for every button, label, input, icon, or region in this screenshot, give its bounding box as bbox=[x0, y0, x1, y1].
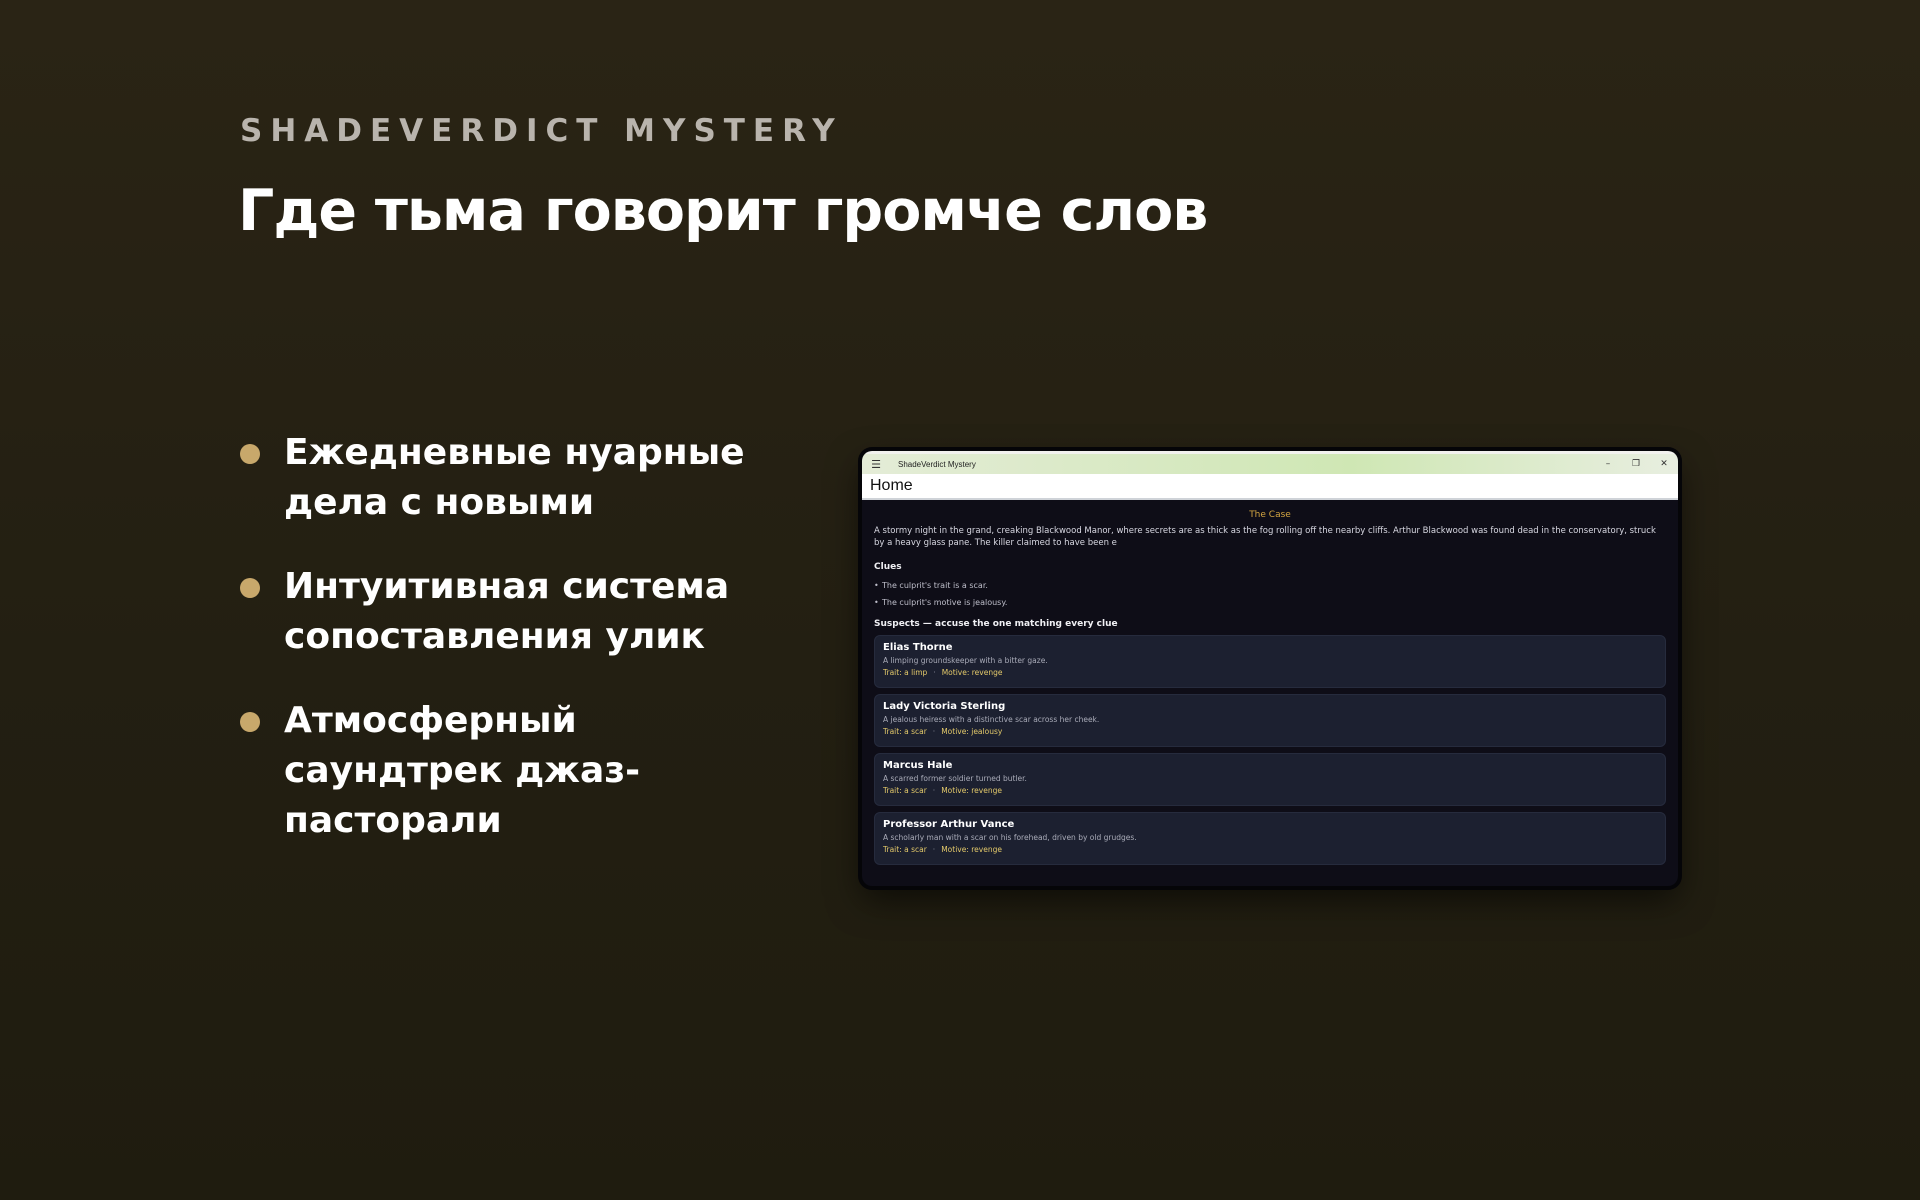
meta-separator: · bbox=[933, 668, 936, 677]
clue-item: • The culprit's trait is a scar. bbox=[874, 577, 1666, 594]
suspect-name: Marcus Hale bbox=[883, 760, 953, 771]
feature-item: Атмосферный саундтрек джаз-пасторали bbox=[240, 696, 800, 846]
page-title: Home bbox=[870, 477, 913, 494]
suspect-motive: Motive: revenge bbox=[941, 845, 1002, 854]
app-window: ☰ ShadeVerdict Mystery – ❐ ✕ Home The Ca… bbox=[862, 451, 1678, 886]
clue-item: • The culprit's motive is jealousy. bbox=[874, 594, 1666, 611]
clue-text: The culprit's trait is a scar. bbox=[882, 581, 988, 590]
clue-bullet-icon: • bbox=[874, 581, 879, 590]
feature-item: Ежедневные нуарные дела с новыми bbox=[240, 428, 800, 528]
suspect-meta: Trait: a limp · Motive: revenge bbox=[883, 668, 1657, 677]
suspect-description: A jealous heiress with a distinctive sca… bbox=[883, 715, 1100, 724]
feature-list: Ежедневные нуарные дела с новыми Интуити… bbox=[240, 428, 800, 880]
minimize-icon[interactable]: – bbox=[1594, 459, 1622, 469]
clues-title: Clues bbox=[874, 562, 902, 572]
window-title: ShadeVerdict Mystery bbox=[898, 459, 976, 469]
case-heading: The Case bbox=[1249, 510, 1291, 520]
hamburger-icon[interactable]: ☰ bbox=[862, 458, 890, 471]
bullet-dot-icon bbox=[240, 444, 260, 464]
suspect-card[interactable]: Elias Thorne A limping groundskeeper wit… bbox=[874, 635, 1666, 688]
eyebrow-label: SHADEVERDICT MYSTERY bbox=[240, 113, 843, 149]
suspect-name: Lady Victoria Sterling bbox=[883, 701, 1006, 712]
meta-separator: · bbox=[932, 727, 936, 736]
suspect-description: A scarred former soldier turned butler. bbox=[883, 774, 1027, 783]
suspect-motive: Motive: revenge bbox=[941, 668, 1003, 677]
suspect-name: Elias Thorne bbox=[883, 642, 953, 653]
feature-text: Ежедневные нуарные дела с новыми bbox=[284, 432, 745, 523]
suspect-card[interactable]: Marcus Hale A scarred former soldier tur… bbox=[874, 753, 1666, 806]
suspect-meta: Trait: a scar · Motive: revenge bbox=[883, 786, 1657, 795]
case-description: A stormy night in the grand, creaking Bl… bbox=[874, 526, 1656, 548]
meta-separator: · bbox=[932, 845, 936, 854]
suspect-trait: Trait: a scar bbox=[883, 786, 927, 795]
feature-text: Интуитивная система сопоставления улик bbox=[284, 566, 730, 657]
suspect-name: Professor Arthur Vance bbox=[883, 819, 1015, 830]
title-bar: ☰ ShadeVerdict Mystery – ❐ ✕ bbox=[862, 451, 1678, 474]
suspect-card[interactable]: Lady Victoria Sterling A jealous heiress… bbox=[874, 694, 1666, 747]
suspect-trait: Trait: a limp bbox=[883, 668, 928, 677]
suspect-meta: Trait: a scar · Motive: revenge bbox=[883, 845, 1657, 854]
feature-item: Интуитивная система сопоставления улик bbox=[240, 562, 800, 662]
case-content: The Case A stormy night in the grand, cr… bbox=[862, 500, 1678, 865]
suspects-title: Suspects — accuse the one matching every… bbox=[874, 619, 1118, 629]
suspect-trait: Trait: a scar bbox=[883, 845, 927, 854]
suspect-trait: Trait: a scar bbox=[883, 727, 927, 736]
page-header: Home bbox=[862, 474, 1678, 500]
suspect-description: A limping groundskeeper with a bitter ga… bbox=[883, 656, 1048, 665]
headline: Где тьма говорит громче слов bbox=[238, 178, 1208, 244]
clue-bullet-icon: • bbox=[874, 598, 879, 607]
clue-list: • The culprit's trait is a scar. • The c… bbox=[874, 577, 1666, 611]
bullet-dot-icon bbox=[240, 712, 260, 732]
suspect-meta: Trait: a scar · Motive: jealousy bbox=[883, 727, 1657, 736]
restore-icon[interactable]: ❐ bbox=[1622, 459, 1650, 469]
suspect-list: Elias Thorne A limping groundskeeper wit… bbox=[874, 635, 1666, 865]
suspect-motive: Motive: revenge bbox=[941, 786, 1002, 795]
suspect-card[interactable]: Professor Arthur Vance A scholarly man w… bbox=[874, 812, 1666, 865]
meta-separator: · bbox=[932, 786, 936, 795]
bullet-dot-icon bbox=[240, 578, 260, 598]
close-icon[interactable]: ✕ bbox=[1650, 459, 1678, 469]
suspect-motive: Motive: jealousy bbox=[941, 727, 1003, 736]
feature-text: Атмосферный саундтрек джаз-пасторали bbox=[284, 700, 641, 841]
suspect-description: A scholarly man with a scar on his foreh… bbox=[883, 833, 1137, 842]
clue-text: The culprit's motive is jealousy. bbox=[882, 598, 1008, 607]
